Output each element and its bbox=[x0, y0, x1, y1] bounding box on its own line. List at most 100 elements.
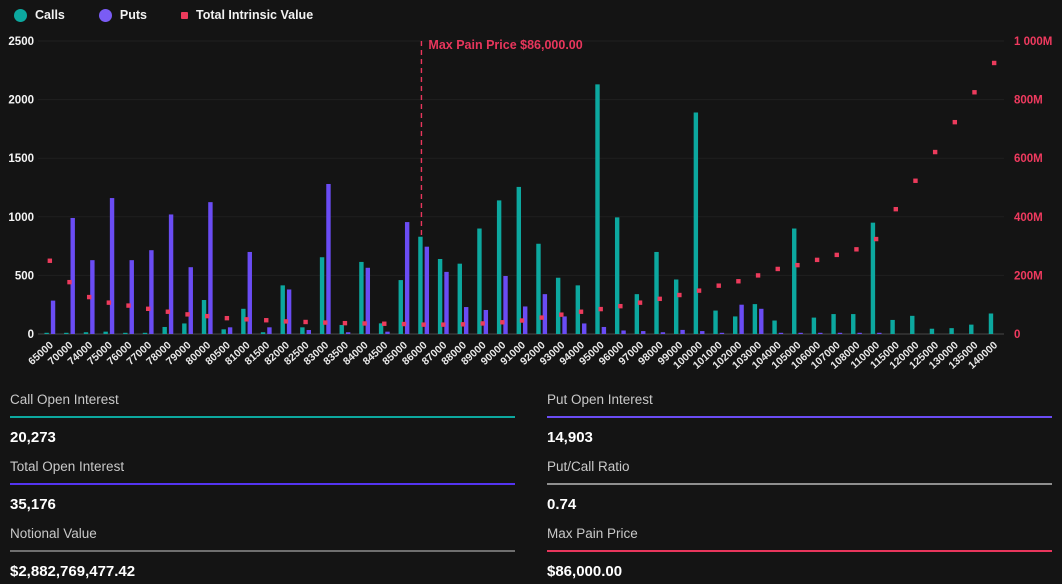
intrinsic-point[interactable] bbox=[520, 318, 524, 322]
intrinsic-point[interactable] bbox=[402, 322, 406, 326]
intrinsic-point[interactable] bbox=[658, 297, 662, 301]
intrinsic-point[interactable] bbox=[697, 288, 701, 292]
calls-bar[interactable] bbox=[910, 316, 914, 334]
intrinsic-point[interactable] bbox=[205, 314, 209, 318]
intrinsic-point[interactable] bbox=[146, 307, 150, 311]
intrinsic-point[interactable] bbox=[756, 273, 760, 277]
puts-bar[interactable] bbox=[248, 252, 252, 334]
calls-bar[interactable] bbox=[694, 112, 698, 334]
calls-bar[interactable] bbox=[812, 318, 816, 334]
calls-bar[interactable] bbox=[556, 278, 560, 334]
puts-bar[interactable] bbox=[346, 332, 350, 334]
calls-bar[interactable] bbox=[418, 237, 422, 334]
calls-bar[interactable] bbox=[162, 327, 166, 334]
calls-bar[interactable] bbox=[753, 304, 757, 334]
calls-bar[interactable] bbox=[772, 321, 776, 334]
calls-bar[interactable] bbox=[340, 325, 344, 334]
calls-bar[interactable] bbox=[792, 229, 796, 334]
legend-item-puts[interactable]: Puts bbox=[99, 8, 147, 22]
puts-bar[interactable] bbox=[602, 327, 606, 334]
puts-bar[interactable] bbox=[739, 305, 743, 334]
intrinsic-point[interactable] bbox=[717, 283, 721, 287]
puts-bar[interactable] bbox=[582, 323, 586, 334]
intrinsic-point[interactable] bbox=[992, 61, 996, 65]
puts-bar[interactable] bbox=[641, 331, 645, 334]
calls-bar[interactable] bbox=[733, 316, 737, 334]
intrinsic-point[interactable] bbox=[244, 317, 248, 321]
calls-bar[interactable] bbox=[123, 333, 127, 334]
intrinsic-point[interactable] bbox=[559, 312, 563, 316]
intrinsic-point[interactable] bbox=[854, 247, 858, 251]
intrinsic-point[interactable] bbox=[815, 258, 819, 262]
puts-bar[interactable] bbox=[405, 222, 409, 334]
calls-bar[interactable] bbox=[221, 329, 225, 334]
puts-bar[interactable] bbox=[189, 267, 193, 334]
intrinsic-point[interactable] bbox=[126, 303, 130, 307]
intrinsic-point[interactable] bbox=[618, 304, 622, 308]
puts-bar[interactable] bbox=[267, 327, 271, 334]
puts-bar[interactable] bbox=[71, 218, 75, 334]
legend-item-calls[interactable]: Calls bbox=[14, 8, 65, 22]
intrinsic-point[interactable] bbox=[67, 280, 71, 284]
intrinsic-point[interactable] bbox=[933, 150, 937, 154]
puts-bar[interactable] bbox=[110, 198, 114, 334]
calls-bar[interactable] bbox=[969, 325, 973, 334]
puts-bar[interactable] bbox=[661, 332, 665, 334]
puts-bar[interactable] bbox=[543, 294, 547, 334]
intrinsic-point[interactable] bbox=[166, 310, 170, 314]
puts-bar[interactable] bbox=[326, 184, 330, 334]
intrinsic-point[interactable] bbox=[874, 237, 878, 241]
calls-bar[interactable] bbox=[300, 327, 304, 334]
calls-bar[interactable] bbox=[44, 333, 48, 334]
intrinsic-point[interactable] bbox=[539, 315, 543, 319]
puts-bar[interactable] bbox=[818, 333, 822, 334]
puts-bar[interactable] bbox=[169, 214, 173, 334]
calls-bar[interactable] bbox=[595, 84, 599, 334]
puts-bar[interactable] bbox=[779, 333, 783, 334]
intrinsic-point[interactable] bbox=[776, 267, 780, 271]
puts-bar[interactable] bbox=[130, 260, 134, 334]
intrinsic-point[interactable] bbox=[441, 322, 445, 326]
intrinsic-point[interactable] bbox=[362, 321, 366, 325]
intrinsic-point[interactable] bbox=[185, 312, 189, 316]
intrinsic-point[interactable] bbox=[894, 207, 898, 211]
puts-bar[interactable] bbox=[503, 276, 507, 334]
puts-bar[interactable] bbox=[700, 331, 704, 334]
puts-bar[interactable] bbox=[287, 289, 291, 334]
calls-bar[interactable] bbox=[536, 244, 540, 334]
calls-bar[interactable] bbox=[261, 332, 265, 334]
calls-bar[interactable] bbox=[930, 329, 934, 334]
intrinsic-point[interactable] bbox=[303, 320, 307, 324]
intrinsic-point[interactable] bbox=[87, 295, 91, 299]
puts-bar[interactable] bbox=[838, 333, 842, 334]
open-interest-chart[interactable]: 00500200M1000400M1500600M2000800M25001 0… bbox=[0, 30, 1062, 384]
puts-bar[interactable] bbox=[464, 307, 468, 334]
puts-bar[interactable] bbox=[798, 333, 802, 334]
puts-bar[interactable] bbox=[759, 309, 763, 334]
puts-bar[interactable] bbox=[621, 330, 625, 334]
calls-bar[interactable] bbox=[831, 314, 835, 334]
puts-bar[interactable] bbox=[307, 330, 311, 334]
calls-bar[interactable] bbox=[989, 313, 993, 334]
intrinsic-point[interactable] bbox=[421, 322, 425, 326]
calls-bar[interactable] bbox=[949, 328, 953, 334]
legend-item-intrinsic[interactable]: Total Intrinsic Value bbox=[181, 8, 313, 22]
calls-bar[interactable] bbox=[517, 187, 521, 334]
intrinsic-point[interactable] bbox=[972, 90, 976, 94]
calls-bar[interactable] bbox=[281, 285, 285, 334]
calls-bar[interactable] bbox=[84, 332, 88, 334]
calls-bar[interactable] bbox=[143, 333, 147, 334]
intrinsic-point[interactable] bbox=[500, 320, 504, 324]
intrinsic-point[interactable] bbox=[264, 318, 268, 322]
intrinsic-point[interactable] bbox=[480, 321, 484, 325]
intrinsic-point[interactable] bbox=[225, 316, 229, 320]
calls-bar[interactable] bbox=[477, 229, 481, 334]
intrinsic-point[interactable] bbox=[638, 300, 642, 304]
intrinsic-point[interactable] bbox=[343, 321, 347, 325]
intrinsic-point[interactable] bbox=[107, 300, 111, 304]
puts-bar[interactable] bbox=[720, 333, 724, 334]
calls-bar[interactable] bbox=[635, 294, 639, 334]
intrinsic-point[interactable] bbox=[579, 310, 583, 314]
intrinsic-point[interactable] bbox=[913, 179, 917, 183]
puts-bar[interactable] bbox=[425, 247, 429, 334]
